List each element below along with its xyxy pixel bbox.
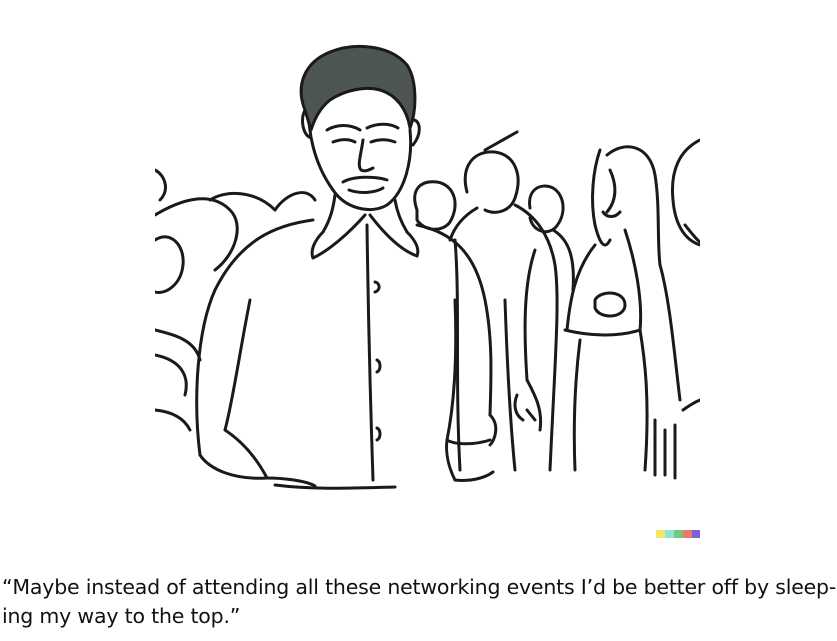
cartoon-illustration [155,0,700,540]
background-crowd-left [155,168,317,432]
party-sketch [155,44,700,538]
background-person-small [528,184,575,292]
caption-line-2: ing my way to the top.” [2,604,241,628]
cartoon-caption: “Maybe instead of attending all these ne… [2,573,837,631]
main-man [195,90,498,490]
caption-line-1: “Maybe instead of attending all these ne… [2,575,837,599]
background-couple [513,248,543,432]
background-person-head [413,180,457,231]
color-signature-mark [656,530,700,538]
main-man-hair [299,44,417,132]
woman-long-hair [563,145,682,480]
